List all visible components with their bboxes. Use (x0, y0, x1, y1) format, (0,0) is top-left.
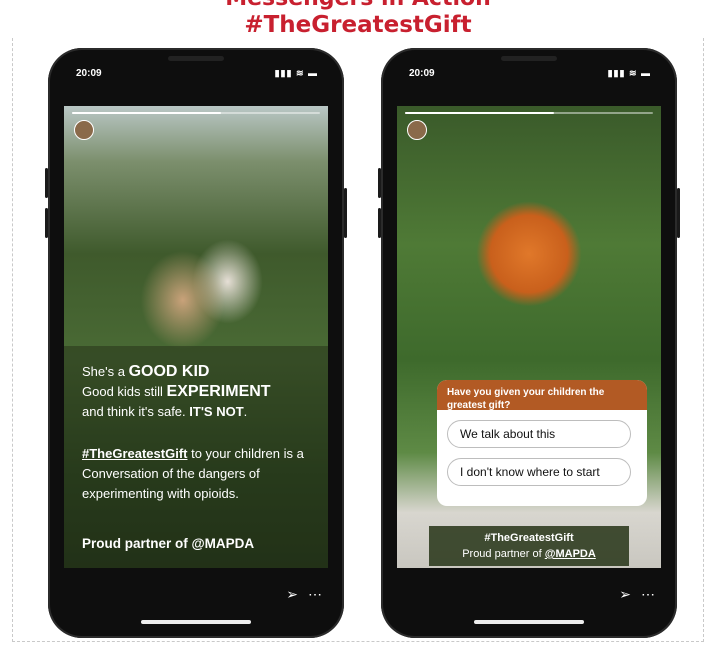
caption-text: and think it's safe. (82, 404, 190, 419)
caption-text: Good kids still (82, 384, 167, 399)
volume-button (45, 208, 48, 238)
partner-line: Proud partner of @MAPDA (429, 546, 629, 562)
phone-1: 20:09 ▮▮▮ ≋ ▬ She's a GOOD KID Good kids… (45, 48, 347, 638)
home-indicator[interactable] (474, 620, 584, 624)
story-screen[interactable]: She's a GOOD KID Good kids still EXPERIM… (64, 106, 328, 568)
caption-paragraph-2: #TheGreatestGift to your children is a C… (82, 444, 322, 504)
caption-emphasis: IT'S NOT (189, 404, 244, 419)
caption-text: . (243, 404, 248, 419)
story-screen[interactable]: Have you given your children the greates… (397, 106, 661, 568)
poll-option-1[interactable]: We talk about this (447, 420, 631, 448)
partner-text: Proud partner of (462, 548, 545, 560)
story-progress-bar (405, 112, 653, 114)
story-actions: ➢ ⋯ (619, 586, 655, 603)
headline-hashtag: #TheGreatestGift (0, 12, 716, 38)
volume-button (378, 168, 381, 198)
status-bar: 20:09 ▮▮▮ ≋ ▬ (48, 66, 344, 82)
partner-caption: Proud partner of @MAPDA (82, 536, 255, 551)
send-icon[interactable]: ➢ (619, 586, 631, 603)
speaker (501, 56, 557, 61)
story-progress-bar (72, 112, 320, 114)
caption-emphasis: EXPERIMENT (166, 383, 271, 400)
volume-button (45, 168, 48, 198)
story-header[interactable] (407, 120, 427, 140)
status-bar: 20:09 ▮▮▮ ≋ ▬ (381, 66, 677, 82)
caption-paragraph-1: She's a GOOD KID Good kids still EXPERIM… (82, 362, 322, 422)
status-time: 20:09 (409, 68, 435, 79)
avatar[interactable] (407, 120, 427, 140)
status-time: 20:09 (76, 68, 102, 79)
poll-option-2[interactable]: I don't know where to start (447, 458, 631, 486)
phone-2: 20:09 ▮▮▮ ≋ ▬ Have you given your childr… (378, 48, 680, 638)
signal-wifi-battery-icon: ▮▮▮ ≋ ▬ (274, 68, 318, 78)
power-button (344, 188, 347, 238)
partner-box: #TheGreatestGift Proud partner of @MAPDA (429, 526, 629, 566)
send-icon[interactable]: ➢ (286, 586, 298, 603)
partner-handle-link[interactable]: @MAPDA (545, 548, 596, 560)
power-button (677, 188, 680, 238)
volume-button (378, 208, 381, 238)
signal-wifi-battery-icon: ▮▮▮ ≋ ▬ (607, 68, 651, 78)
caption-text: She's a (82, 364, 129, 379)
more-icon[interactable]: ⋯ (641, 586, 655, 603)
speaker (168, 56, 224, 61)
poll-sticker: Have you given your children the greates… (437, 380, 647, 506)
caption-emphasis: GOOD KID (128, 363, 210, 380)
story-actions: ➢ ⋯ (286, 586, 322, 603)
hashtag-link[interactable]: #TheGreatestGift (82, 446, 187, 461)
home-indicator[interactable] (141, 620, 251, 624)
avatar[interactable] (74, 120, 94, 140)
story-header[interactable] (74, 120, 94, 140)
hashtag-text: #TheGreatestGift (484, 532, 574, 544)
headline-title: Messengers in Action (0, 0, 716, 11)
more-icon[interactable]: ⋯ (308, 586, 322, 603)
poll-question: Have you given your children the greates… (437, 380, 647, 411)
